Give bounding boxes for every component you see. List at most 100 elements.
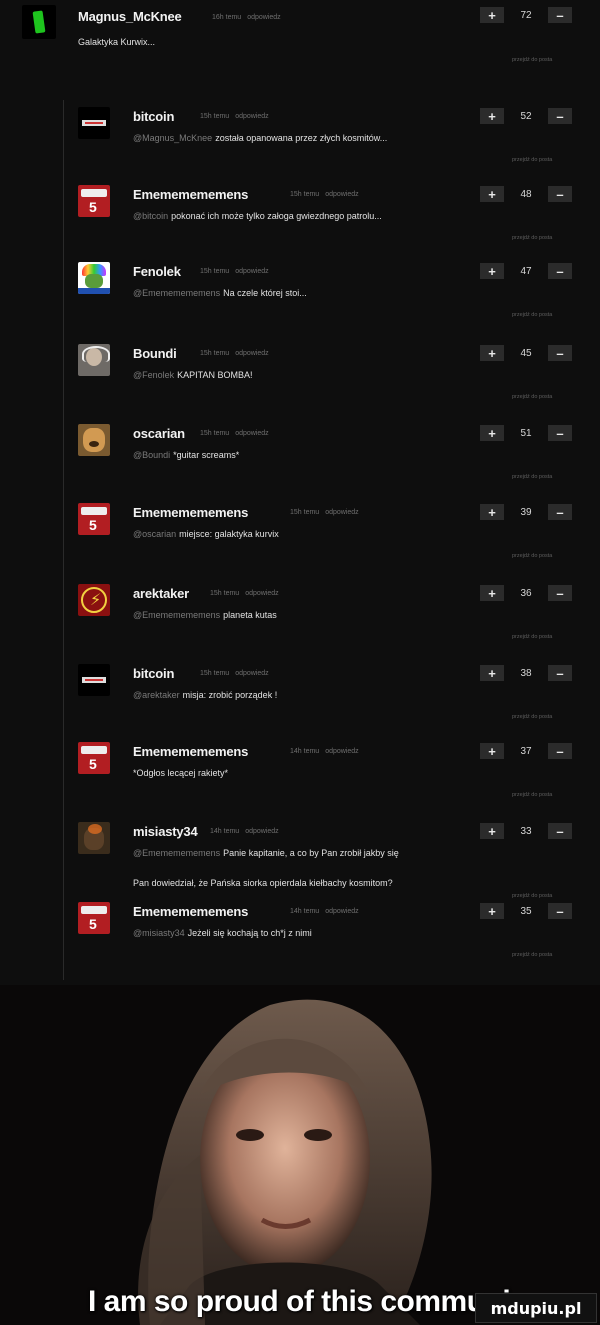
downvote-button[interactable]: – bbox=[548, 665, 572, 681]
upvote-button[interactable]: + bbox=[480, 7, 504, 23]
mention-link[interactable]: @bitcoin bbox=[133, 211, 168, 221]
upvote-button[interactable]: + bbox=[480, 743, 504, 759]
jersey-avatar[interactable]: 5 bbox=[78, 742, 110, 774]
upvote-button[interactable]: + bbox=[480, 823, 504, 839]
go-to-post-link[interactable]: przejdź do posta bbox=[512, 235, 552, 241]
downvote-button[interactable]: – bbox=[548, 585, 572, 601]
mention-link[interactable]: @Emememememens bbox=[133, 848, 220, 858]
username[interactable]: arektaker bbox=[133, 586, 189, 601]
vote-control: + 33 – bbox=[480, 823, 572, 839]
mention-link[interactable]: @Boundi bbox=[133, 450, 170, 460]
upvote-button[interactable]: + bbox=[480, 585, 504, 601]
jersey-avatar[interactable]: 5 bbox=[78, 902, 110, 934]
go-to-post-link[interactable]: przejdź do posta bbox=[512, 893, 552, 899]
timestamp: 15h temu bbox=[290, 191, 320, 198]
bitcoin-avatar[interactable] bbox=[78, 107, 110, 139]
comment-text: Pan dowiedział, że Pańska siorka opierda… bbox=[133, 878, 393, 888]
upvote-button[interactable]: + bbox=[480, 345, 504, 361]
mention-link[interactable]: @Magnus_McKnee bbox=[133, 133, 212, 143]
username[interactable]: oscarian bbox=[133, 426, 185, 441]
username[interactable]: Emememememens bbox=[133, 744, 248, 759]
vote-control: + 35 – bbox=[480, 903, 572, 919]
downvote-button[interactable]: – bbox=[548, 263, 572, 279]
go-to-post-link[interactable]: przejdź do posta bbox=[512, 634, 552, 640]
timestamp: 15h temu bbox=[200, 113, 230, 120]
username[interactable]: bitcoin bbox=[133, 109, 174, 124]
mention-link[interactable]: @Fenolek bbox=[133, 370, 174, 380]
downvote-button[interactable]: – bbox=[548, 823, 572, 839]
site-watermark: mdupiu.pl bbox=[475, 1293, 597, 1323]
vote-control: + 72 – bbox=[480, 7, 572, 23]
reply-link[interactable]: odpowiedz bbox=[325, 191, 358, 198]
upvote-button[interactable]: + bbox=[480, 108, 504, 124]
downvote-button[interactable]: – bbox=[548, 743, 572, 759]
comment-body: @misiasty34 Jeżeli się kochają to ch*j z … bbox=[133, 928, 312, 938]
old-woman-avatar[interactable] bbox=[78, 344, 110, 376]
vote-count: 52 bbox=[520, 110, 532, 122]
comment-body: @oscarian miejsce: galaktyka kurvix bbox=[133, 529, 279, 539]
comment-text: *guitar screams* bbox=[173, 450, 240, 460]
mention-link[interactable]: @Emememememens bbox=[133, 288, 220, 298]
downvote-button[interactable]: – bbox=[548, 425, 572, 441]
pepe-clown-avatar[interactable] bbox=[78, 262, 110, 294]
mention-link[interactable]: @misiasty34 bbox=[133, 928, 185, 938]
reply-link[interactable]: odpowiedz bbox=[325, 509, 358, 516]
flash-logo-avatar[interactable]: ⚡ bbox=[78, 584, 110, 616]
downvote-button[interactable]: – bbox=[548, 186, 572, 202]
dog-avatar[interactable] bbox=[78, 424, 110, 456]
comment-text: Na czele której stoi... bbox=[223, 288, 307, 298]
soldier-avatar[interactable] bbox=[78, 822, 110, 854]
upvote-button[interactable]: + bbox=[480, 665, 504, 681]
avatar[interactable] bbox=[22, 5, 56, 39]
reply-thread-line bbox=[63, 100, 64, 980]
upvote-button[interactable]: + bbox=[480, 263, 504, 279]
go-to-post-link[interactable]: przejdź do posta bbox=[512, 57, 552, 63]
comment-text: miejsce: galaktyka kurvix bbox=[179, 529, 279, 539]
downvote-button[interactable]: – bbox=[548, 7, 572, 23]
mention-link[interactable]: @arektaker bbox=[133, 690, 180, 700]
reply-link[interactable]: odpowiedz bbox=[235, 430, 268, 437]
go-to-post-link[interactable]: przejdź do posta bbox=[512, 394, 552, 400]
reply-link[interactable]: odpowiedz bbox=[235, 113, 268, 120]
comment-meta: 15h temu odpowiedz bbox=[200, 670, 275, 677]
upvote-button[interactable]: + bbox=[480, 504, 504, 520]
username[interactable]: Magnus_McKnee bbox=[78, 9, 182, 24]
go-to-post-link[interactable]: przejdź do posta bbox=[512, 157, 552, 163]
go-to-post-link[interactable]: przejdź do posta bbox=[512, 474, 552, 480]
username[interactable]: misiasty34 bbox=[133, 824, 198, 839]
jersey-avatar[interactable]: 5 bbox=[78, 185, 110, 217]
go-to-post-link[interactable]: przejdź do posta bbox=[512, 952, 552, 958]
reply-link[interactable]: odpowiedz bbox=[245, 590, 278, 597]
go-to-post-link[interactable]: przejdź do posta bbox=[512, 792, 552, 798]
reply-link[interactable]: odpowiedz bbox=[247, 14, 280, 21]
downvote-button[interactable]: – bbox=[548, 504, 572, 520]
username[interactable]: Emememememens bbox=[133, 505, 248, 520]
reply-link[interactable]: odpowiedz bbox=[325, 908, 358, 915]
reply-link[interactable]: odpowiedz bbox=[235, 350, 268, 357]
reply-link[interactable]: odpowiedz bbox=[245, 828, 278, 835]
go-to-post-link[interactable]: przejdź do posta bbox=[512, 714, 552, 720]
upvote-button[interactable]: + bbox=[480, 903, 504, 919]
jersey-avatar[interactable]: 5 bbox=[78, 503, 110, 535]
reply-link[interactable]: odpowiedz bbox=[325, 748, 358, 755]
mention-link[interactable]: @Emememememens bbox=[133, 610, 220, 620]
downvote-button[interactable]: – bbox=[548, 108, 572, 124]
timestamp: 15h temu bbox=[200, 670, 230, 677]
go-to-post-link[interactable]: przejdź do posta bbox=[512, 553, 552, 559]
go-to-post-link[interactable]: przejdź do posta bbox=[512, 312, 552, 318]
vote-control: + 45 – bbox=[480, 345, 572, 361]
username[interactable]: bitcoin bbox=[133, 666, 174, 681]
vote-count: 33 bbox=[520, 825, 532, 837]
upvote-button[interactable]: + bbox=[480, 186, 504, 202]
downvote-button[interactable]: – bbox=[548, 345, 572, 361]
username[interactable]: Fenolek bbox=[133, 264, 181, 279]
reply-link[interactable]: odpowiedz bbox=[235, 670, 268, 677]
mention-link[interactable]: @oscarian bbox=[133, 529, 176, 539]
upvote-button[interactable]: + bbox=[480, 425, 504, 441]
downvote-button[interactable]: – bbox=[548, 903, 572, 919]
username[interactable]: Boundi bbox=[133, 346, 177, 361]
reply-link[interactable]: odpowiedz bbox=[235, 268, 268, 275]
username[interactable]: Emememememens bbox=[133, 904, 248, 919]
username[interactable]: Emememememens bbox=[133, 187, 248, 202]
bitcoin-avatar[interactable] bbox=[78, 664, 110, 696]
